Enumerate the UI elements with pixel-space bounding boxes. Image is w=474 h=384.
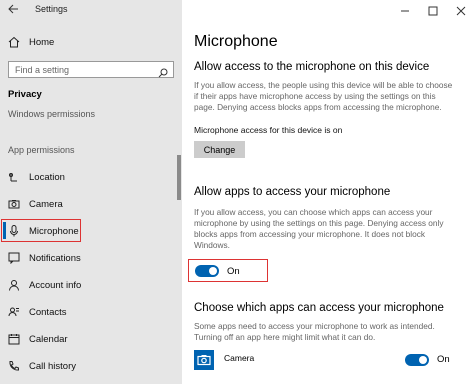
sidebar-item-camera[interactable]: Camera [0,193,182,215]
app-name: Camera [224,353,255,363]
close-icon[interactable] [456,3,466,16]
apps-access-heading: Allow apps to access your microphone [194,186,391,198]
title-bar: Settings [0,0,474,19]
minimize-icon[interactable] [400,3,410,13]
sidebar-item-label: Microphone [29,225,79,237]
section-title: Privacy [8,89,42,100]
device-access-description: If you allow access, the people using th… [194,80,453,112]
camera-app-icon [194,350,214,370]
device-access-heading: Allow access to the microphone on this d… [194,61,430,73]
sidebar-item-label: Account info [29,279,82,291]
account-info-icon [8,279,20,291]
camera-icon [8,198,20,210]
sidebar-item-label: Location [29,171,65,183]
sidebar-item-call-history[interactable]: Call history [0,355,182,377]
device-access-status: Microphone access for this device is on [194,125,343,135]
sidebar-item-account-info[interactable]: Account info [0,274,182,296]
change-button[interactable]: Change [194,141,245,158]
home-icon [8,36,20,48]
toggle-knob [209,267,217,275]
apps-access-description: If you allow access, you can choose whic… [194,207,444,250]
back-arrow-icon[interactable] [6,2,20,16]
search-icon[interactable] [158,65,168,78]
camera-app-toggle-label: On [437,354,450,365]
sidebar-item-label: Call history [29,360,76,372]
maximize-icon[interactable] [428,3,438,16]
sidebar-item-label: Home [29,36,55,48]
sidebar-item-location[interactable]: Location [0,166,182,188]
group-header-windows-permissions: Windows permissions [8,109,96,119]
sidebar-item-label: Contacts [29,306,67,318]
sidebar-item-notifications[interactable]: Notifications [0,247,182,269]
calendar-icon [8,333,20,345]
sidebar [0,0,182,384]
notifications-icon [8,252,20,264]
apps-access-toggle-label: On [227,266,240,277]
location-icon [8,171,20,183]
sidebar-item-label: Calendar [29,333,68,345]
group-header-app-permissions: App permissions [8,145,75,155]
microphone-icon [8,225,20,237]
sidebar-item-label: Camera [29,198,63,210]
choose-apps-description: Some apps need to access your microphone… [194,321,435,342]
apps-access-toggle[interactable] [195,265,219,277]
sidebar-item-microphone[interactable]: Microphone [0,220,182,242]
scrollbar-thumb[interactable] [177,155,181,200]
window-title: Settings [35,4,68,14]
search-input[interactable]: Find a setting [8,61,174,78]
choose-apps-heading: Choose which apps can access your microp… [194,302,444,314]
sidebar-item-contacts[interactable]: Contacts [0,301,182,323]
sidebar-item-calendar[interactable]: Calendar [0,328,182,350]
sidebar-item-label: Notifications [29,252,81,264]
search-placeholder: Find a setting [15,65,70,75]
toggle-knob [419,356,427,364]
camera-app-toggle[interactable] [405,354,429,366]
call-history-icon [8,360,20,372]
contacts-icon [8,306,20,318]
page-title: Microphone [194,33,278,50]
sidebar-item-home[interactable]: Home [0,31,182,53]
